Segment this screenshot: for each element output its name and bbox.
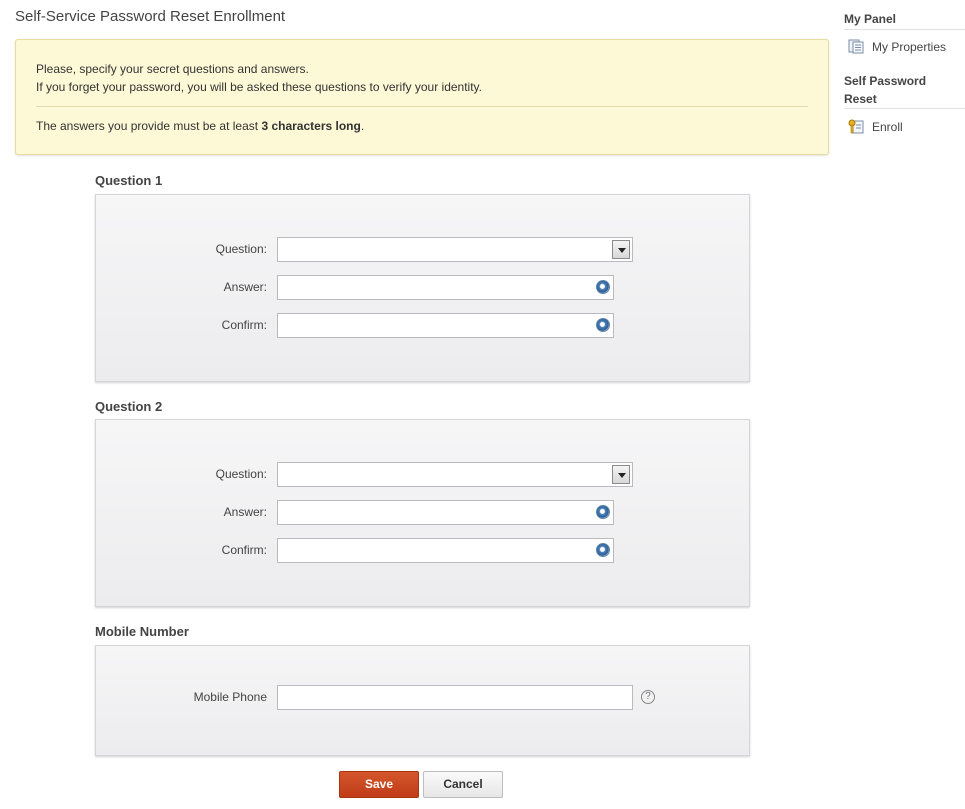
question-2-title: Question 2 bbox=[95, 399, 163, 414]
notice-line-1: Please, specify your secret questions an… bbox=[36, 62, 309, 76]
question-2-confirm-input[interactable] bbox=[277, 538, 614, 563]
chevron-down-icon[interactable] bbox=[612, 240, 630, 259]
question-1-question-row: Question: bbox=[96, 237, 749, 262]
info-notice: Please, specify your secret questions an… bbox=[15, 39, 829, 155]
question-1-title: Question 1 bbox=[95, 173, 163, 188]
question-2-question-label: Question: bbox=[215, 467, 267, 481]
question-1-answer-input[interactable] bbox=[277, 275, 614, 300]
cancel-button[interactable]: Cancel bbox=[423, 771, 503, 798]
notice-line-2: If you forget your password, you will be… bbox=[36, 80, 483, 94]
question-1-confirm-row: Confirm: bbox=[96, 313, 749, 338]
notice-line-3: The answers you provide must be at least… bbox=[36, 119, 364, 133]
question-2-answer-input[interactable] bbox=[277, 500, 614, 525]
notice-line-3-bold: 3 characters long bbox=[261, 119, 361, 133]
question-1-select[interactable] bbox=[277, 237, 633, 262]
notice-line-3-prefix: The answers you provide must be at least bbox=[36, 119, 262, 133]
save-button[interactable]: Save bbox=[339, 771, 419, 798]
eye-icon[interactable] bbox=[596, 505, 610, 519]
chevron-down-icon[interactable] bbox=[612, 465, 630, 484]
key-icon bbox=[848, 119, 864, 134]
question-1-confirm-input[interactable] bbox=[277, 313, 614, 338]
question-2-question-row: Question: bbox=[96, 462, 749, 487]
question-1-confirm-label: Confirm: bbox=[221, 318, 267, 332]
sidebar-my-panel-heading: My Panel bbox=[844, 12, 897, 26]
mobile-phone-row: Mobile Phone ? bbox=[96, 685, 749, 710]
mobile-number-title: Mobile Number bbox=[95, 624, 189, 639]
help-icon[interactable]: ? bbox=[641, 690, 655, 704]
mobile-phone-label: Mobile Phone bbox=[193, 690, 267, 704]
question-2-panel: Question: Answer: Confirm: bbox=[95, 419, 750, 607]
question-1-answer-label: Answer: bbox=[223, 280, 267, 294]
sidebar-divider bbox=[844, 29, 965, 30]
page-title: Self-Service Password Reset Enrollment bbox=[15, 8, 286, 25]
sidebar-divider bbox=[844, 108, 965, 109]
question-2-confirm-label: Confirm: bbox=[221, 543, 267, 557]
sidebar-spr-heading-line-1: Self Password bbox=[844, 74, 927, 88]
question-2-select[interactable] bbox=[277, 462, 633, 487]
mobile-phone-input[interactable] bbox=[277, 685, 633, 710]
notice-line-3-suffix: . bbox=[360, 119, 365, 133]
properties-icon bbox=[848, 39, 864, 54]
question-1-answer-row: Answer: bbox=[96, 275, 749, 300]
notice-divider bbox=[36, 106, 808, 107]
question-1-question-label: Question: bbox=[215, 242, 267, 256]
sidebar-item-my-properties-label: My Properties bbox=[872, 40, 947, 54]
question-1-panel: Question: Answer: Confirm: bbox=[95, 194, 750, 382]
eye-icon[interactable] bbox=[596, 280, 610, 294]
question-2-answer-label: Answer: bbox=[223, 505, 267, 519]
question-2-confirm-row: Confirm: bbox=[96, 538, 749, 563]
eye-icon[interactable] bbox=[596, 318, 610, 332]
eye-icon[interactable] bbox=[596, 543, 610, 557]
question-2-answer-row: Answer: bbox=[96, 500, 749, 525]
mobile-number-panel: Mobile Phone ? bbox=[95, 645, 750, 756]
sidebar-spr-heading-line-2: Reset bbox=[844, 92, 877, 106]
sidebar-item-enroll-label: Enroll bbox=[872, 120, 903, 134]
